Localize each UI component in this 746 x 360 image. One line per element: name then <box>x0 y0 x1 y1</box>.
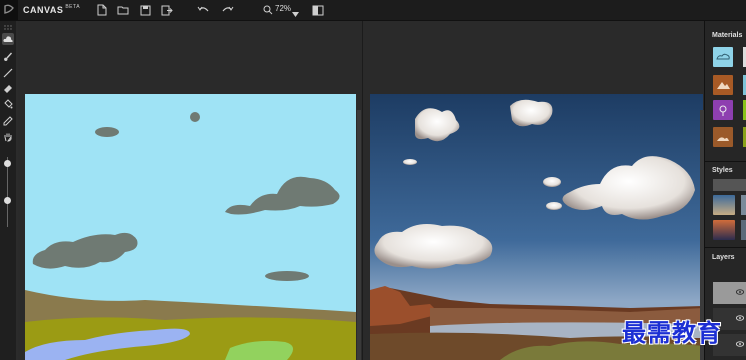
eye-icon[interactable] <box>736 341 744 347</box>
materials-title: Materials <box>712 32 743 39</box>
size-slider-handle[interactable] <box>4 160 11 167</box>
material-mountain[interactable] <box>713 75 733 95</box>
watermark-text: 最需教育 <box>622 318 722 347</box>
eye-icon[interactable] <box>736 315 744 321</box>
material-flower[interactable] <box>713 100 733 120</box>
line-icon[interactable] <box>2 67 14 79</box>
redo-icon[interactable] <box>221 3 235 17</box>
canvas-scrollbar[interactable] <box>357 110 361 360</box>
export-icon[interactable] <box>160 3 174 17</box>
materials-icon[interactable] <box>2 33 14 45</box>
new-file-icon[interactable] <box>95 3 109 17</box>
nvidia-logo <box>0 0 18 20</box>
zoom-control[interactable]: 72% <box>258 2 306 17</box>
layers-title: Layers <box>712 254 735 261</box>
material-sky[interactable] <box>713 47 733 67</box>
style-thumbnail[interactable] <box>741 195 746 215</box>
pan-hand-icon[interactable] <box>2 131 14 143</box>
right-panel: Materials Styles Layers <box>704 21 746 360</box>
app-title: CANVAS BETA <box>23 4 81 15</box>
save-icon[interactable] <box>138 3 152 17</box>
eye-icon[interactable] <box>736 289 744 295</box>
zoom-level: 72% <box>275 4 292 13</box>
panel-divider <box>705 161 746 162</box>
undo-icon[interactable] <box>196 3 210 17</box>
styles-header-bar <box>713 179 746 191</box>
search-icon <box>261 3 275 17</box>
fill-bucket-icon[interactable] <box>2 98 14 110</box>
size-slider-track <box>7 157 8 227</box>
layer-row[interactable] <box>713 282 746 304</box>
beta-badge: BETA <box>65 4 81 10</box>
opacity-slider-handle[interactable] <box>4 197 11 204</box>
panel-divider <box>705 247 746 248</box>
eyedropper-icon[interactable] <box>2 115 14 127</box>
style-thumbnail[interactable] <box>713 220 735 240</box>
painting-canvas[interactable] <box>25 94 356 360</box>
styles-title: Styles <box>712 167 733 174</box>
eraser-icon[interactable] <box>2 83 14 95</box>
style-thumbnail[interactable] <box>741 220 746 240</box>
grid-handle-icon[interactable] <box>2 21 14 33</box>
split-view-icon[interactable] <box>311 3 325 17</box>
tool-sidebar <box>0 21 16 360</box>
style-thumbnail[interactable] <box>713 195 735 215</box>
top-toolbar: CANVAS BETA 72% <box>0 0 746 21</box>
view-divider <box>362 21 363 360</box>
open-folder-icon[interactable] <box>116 3 130 17</box>
material-dirt[interactable] <box>713 127 733 147</box>
brush-icon[interactable] <box>2 51 14 63</box>
